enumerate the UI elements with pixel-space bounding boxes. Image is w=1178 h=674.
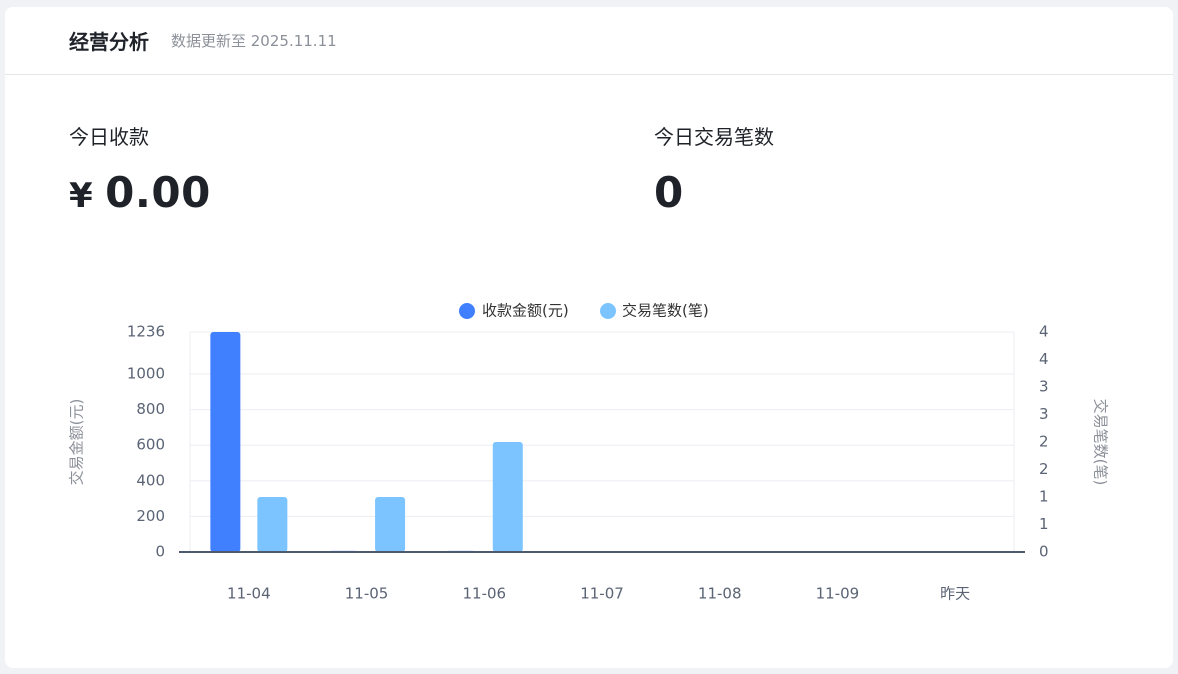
- y2-tick-label: 2: [1039, 460, 1049, 478]
- y-tick-label: 200: [136, 507, 165, 525]
- legend-amount-marker: [459, 303, 475, 319]
- y2-tick-label: 4: [1039, 350, 1049, 368]
- y2-tick-label: 4: [1039, 323, 1049, 341]
- y2-tick-label: 3: [1039, 405, 1049, 423]
- y2-tick-label: 2: [1039, 433, 1049, 451]
- x-tick-label: 昨天: [940, 585, 970, 603]
- legend-count-marker: [600, 303, 616, 319]
- y-tick-label: 400: [136, 471, 165, 489]
- y-tick-label: 1000: [127, 365, 165, 383]
- y2-tick-label: 3: [1039, 378, 1049, 396]
- y-axis-title: 交易金额(元): [68, 399, 86, 486]
- x-tick-label: 11-04: [227, 585, 271, 603]
- y-tick-label: 600: [136, 436, 165, 454]
- y2-tick-label: 1: [1039, 488, 1049, 506]
- x-tick-label: 11-05: [345, 585, 389, 603]
- y2-tick-label: 1: [1039, 515, 1049, 533]
- y-tick-label: 800: [136, 400, 165, 418]
- legend-amount-label: 收款金额(元): [482, 302, 569, 320]
- business-analysis-card: 经营分析 数据更新至 2025.11.11 今日收款 ¥0.00 今日交易笔数 …: [5, 7, 1173, 668]
- y2-axis-title: 交易笔数(笔): [1092, 399, 1110, 486]
- y-tick-label: 0: [155, 543, 165, 561]
- x-tick-label: 11-07: [580, 585, 624, 603]
- x-tick-label: 11-08: [698, 585, 742, 603]
- x-tick-label: 11-09: [816, 585, 860, 603]
- amount-bar: [210, 332, 241, 552]
- count-bar: [375, 497, 406, 552]
- y-tick-label: 1236: [127, 323, 165, 341]
- x-tick-label: 11-06: [462, 585, 506, 603]
- legend-count-label: 交易笔数(笔): [622, 302, 709, 320]
- count-bar: [257, 497, 288, 552]
- revenue-transactions-chart: 0 200 400 600 800 1000 1236 0 1 1 2 2 3 3 4 4 11-04 11-05…: [68, 302, 1110, 603]
- y2-tick-label: 0: [1039, 543, 1049, 561]
- count-bar: [492, 442, 523, 552]
